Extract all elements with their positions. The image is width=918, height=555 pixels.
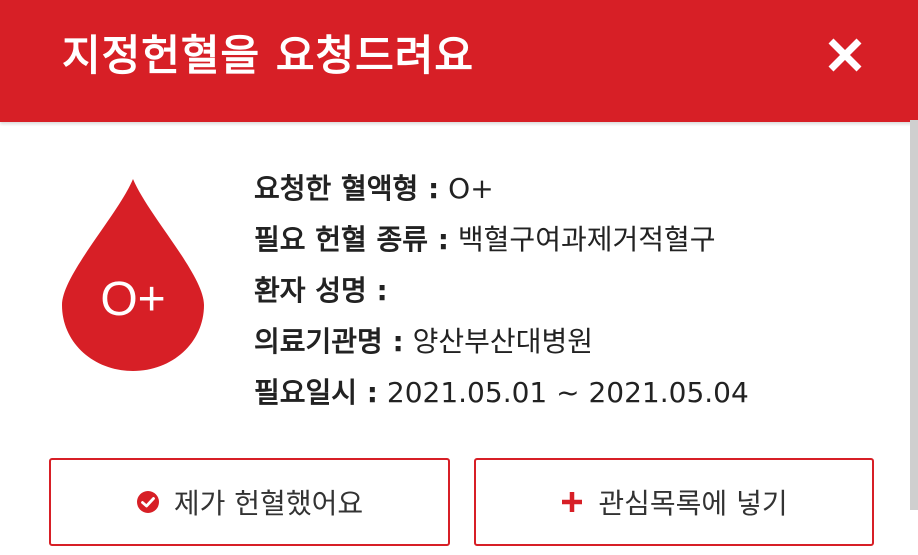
wishlist-button-label: 관심목록에 넣기 xyxy=(598,487,788,520)
detail-hospital: 의료기관명 : 양산부산대병원 xyxy=(254,319,749,370)
detail-date-range: 필요일시 : 2021.05.01 ~ 2021.05.04 xyxy=(254,370,749,421)
donated-button[interactable]: 제가 헌혈했어요 xyxy=(49,458,450,546)
close-icon xyxy=(828,38,862,72)
modal-title: 지정헌혈을 요청드려요 xyxy=(62,31,475,80)
detail-donation-type: 필요 헌혈 종류 : 백혈구여과제거적혈구 xyxy=(254,217,749,268)
detail-label: 의료기관명 : xyxy=(254,325,404,358)
plus-icon xyxy=(562,492,583,512)
detail-value: 양산부산대병원 xyxy=(403,325,593,358)
detail-label: 필요일시 : xyxy=(254,376,378,409)
modal-header: 지정헌혈을 요청드려요 xyxy=(0,0,918,122)
donated-button-label: 제가 헌혈했어요 xyxy=(173,487,364,520)
detail-value: 2021.05.01 ~ 2021.05.04 xyxy=(378,376,749,409)
detail-patient-name: 환자 성명 : xyxy=(254,268,749,319)
add-to-wishlist-button[interactable]: 관심목록에 넣기 xyxy=(474,458,874,546)
detail-blood-type: 요청한 혈액형 : O+ xyxy=(254,166,749,217)
close-button[interactable] xyxy=(822,32,868,78)
scrollbar[interactable] xyxy=(910,120,918,510)
detail-label: 필요 헌혈 종류 : xyxy=(254,223,450,256)
detail-value: 백혈구여과제거적혈구 xyxy=(449,223,716,256)
check-circle-icon xyxy=(136,491,159,513)
request-details: 요청한 혈액형 : O+ 필요 헌혈 종류 : 백혈구여과제거적혈구 환자 성명… xyxy=(254,166,749,421)
detail-value: O+ xyxy=(439,172,494,205)
detail-label: 환자 성명 : xyxy=(254,274,388,307)
blood-type-label: O+ xyxy=(100,273,166,326)
detail-label: 요청한 혈액형 : xyxy=(254,172,440,205)
